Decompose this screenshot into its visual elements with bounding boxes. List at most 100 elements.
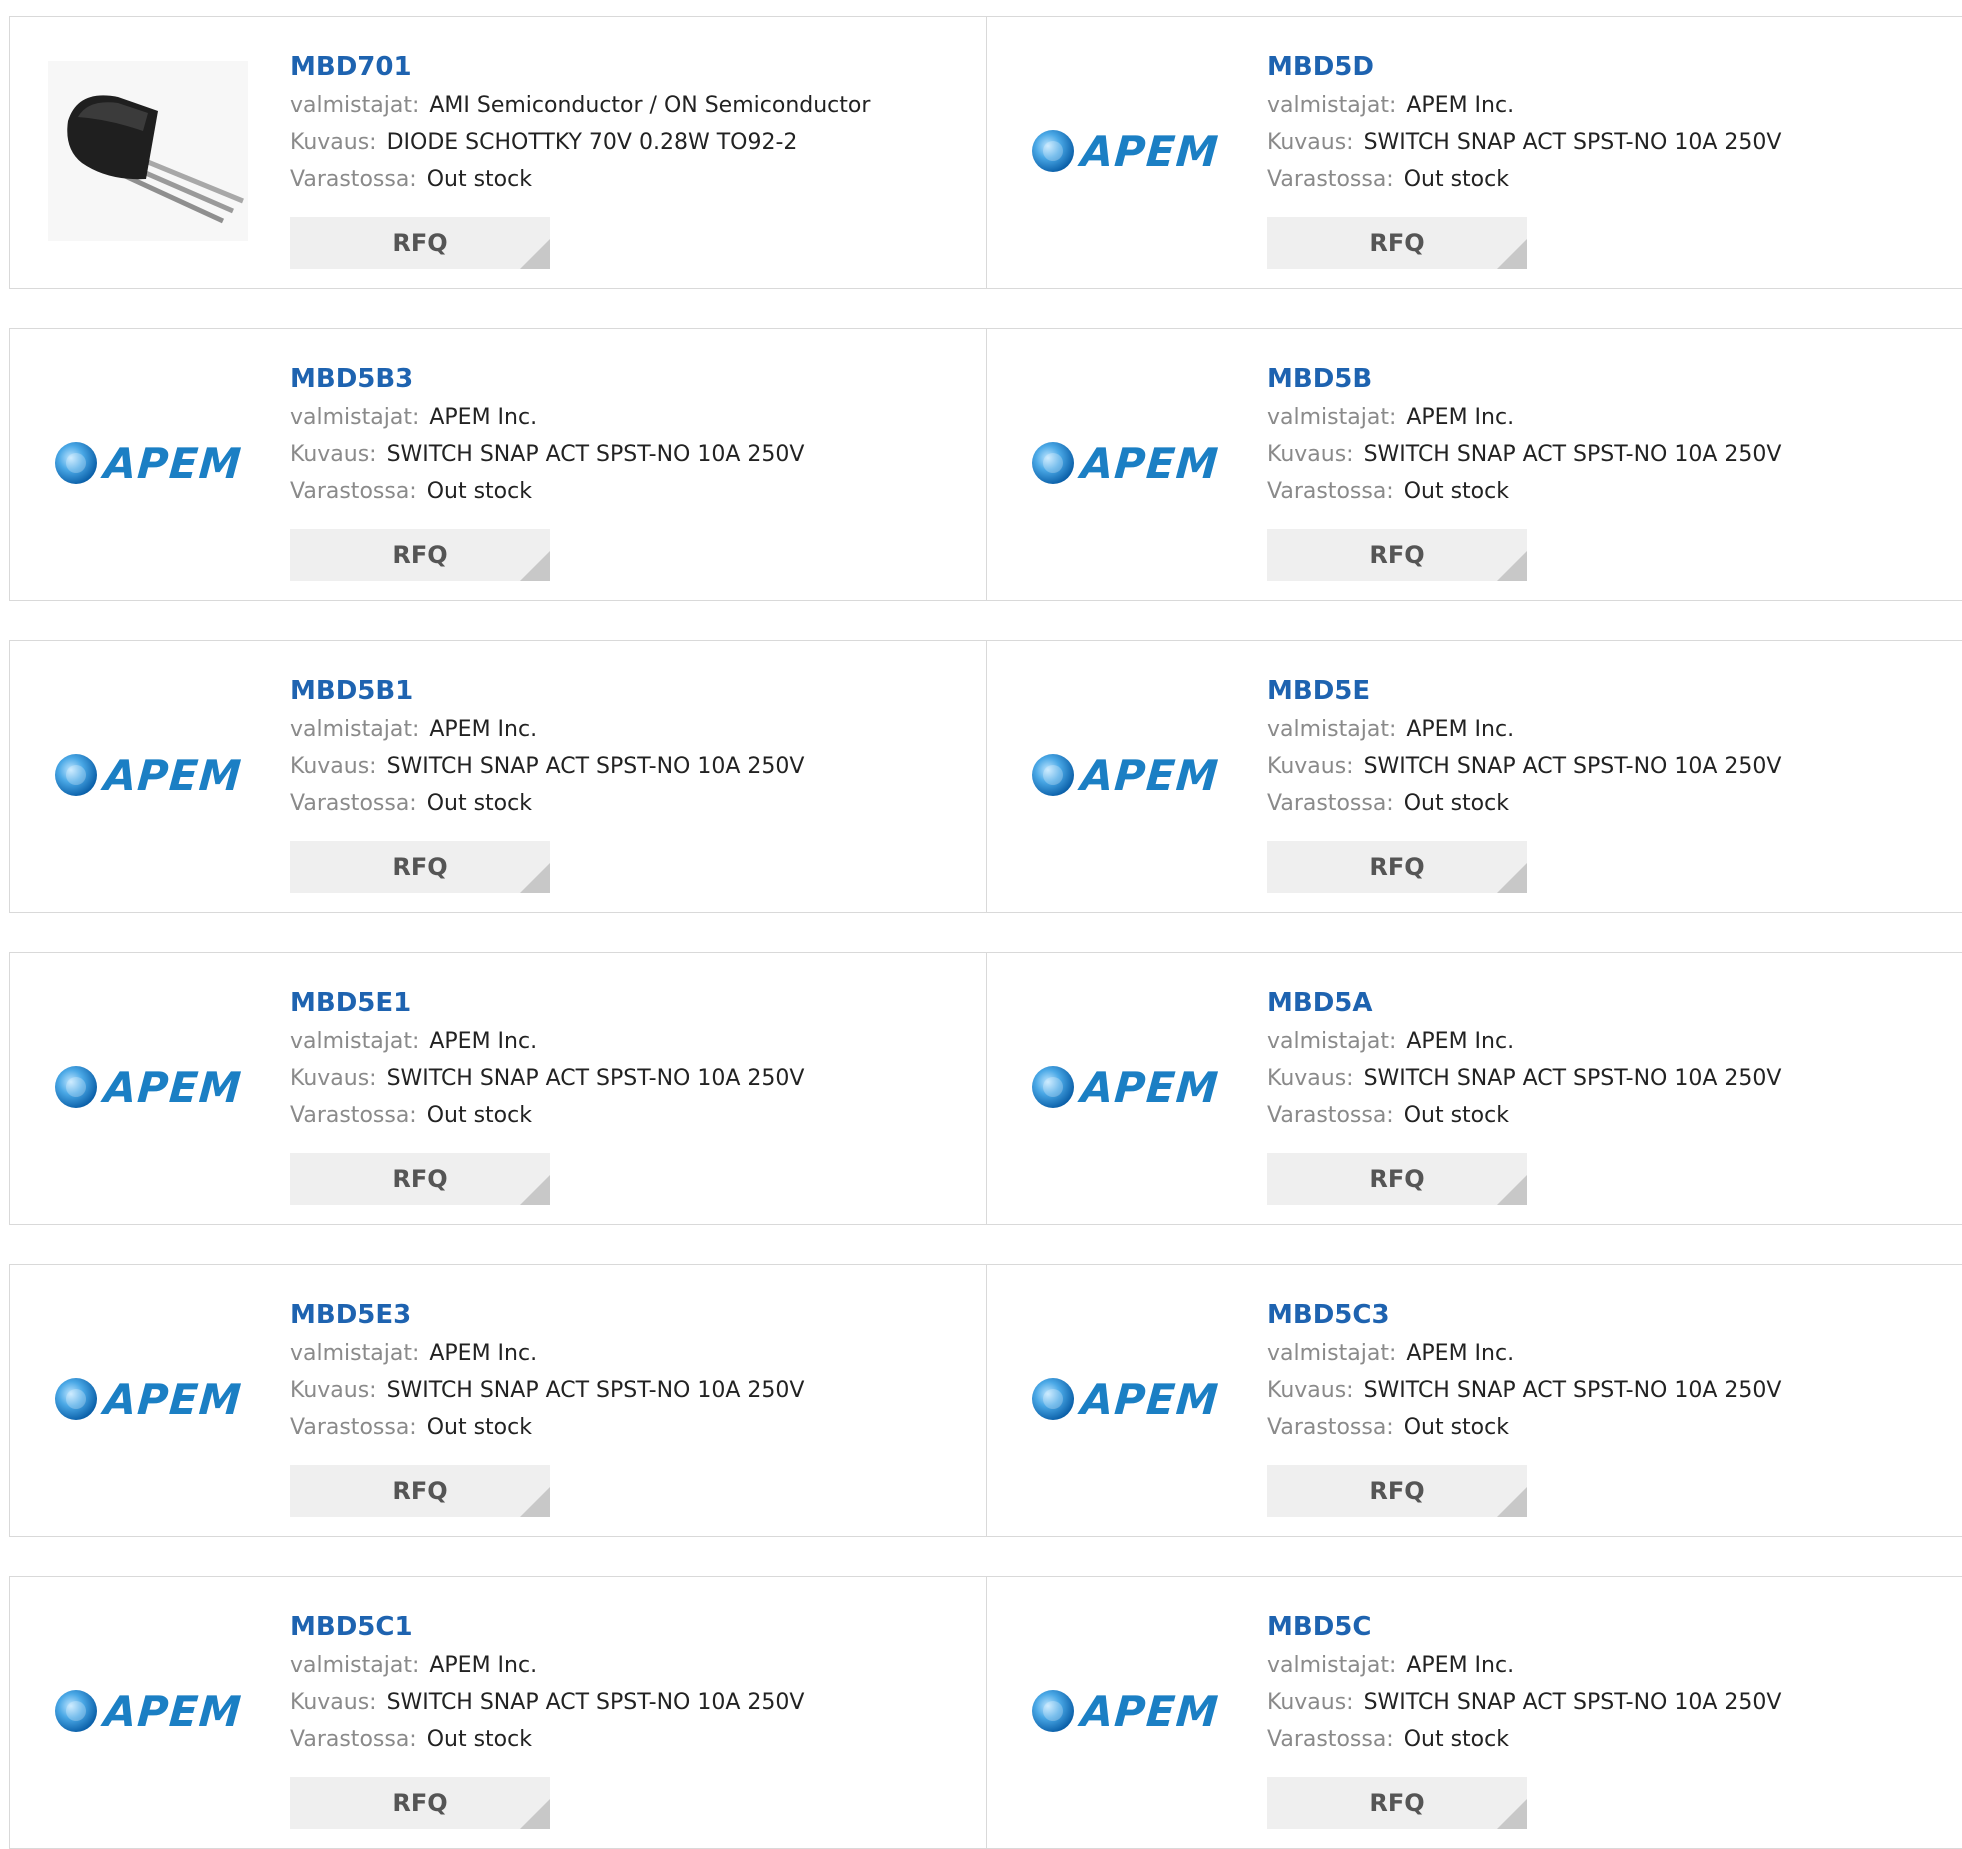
rfq-corner-decoration [520, 239, 550, 269]
rfq-button[interactable]: RFQ [290, 1153, 550, 1205]
apem-globe-icon [55, 1378, 98, 1420]
product-name-link[interactable]: MBD5C3 [1267, 1295, 1781, 1335]
apem-logo[interactable]: APEM [1025, 997, 1225, 1177]
rfq-button-label: RFQ [1369, 1165, 1425, 1193]
stock-value: Out stock [426, 479, 532, 504]
product-card: APEM MBD5B3 valmistajat: APEM Inc. Kuvaus… [10, 329, 987, 600]
product-name-link[interactable]: MBD5E [1267, 671, 1781, 711]
product-name-link[interactable]: MBD5D [1267, 47, 1781, 87]
description-value: SWITCH SNAP ACT SPST-NO 10A 250V [1363, 1066, 1782, 1091]
product-name-link[interactable]: MBD5E1 [290, 983, 804, 1023]
product-grid: MBD701 valmistajat: AMI Semiconductor / O… [0, 0, 1962, 1849]
product-name-link[interactable]: MBD5A [1267, 983, 1781, 1023]
apem-logo[interactable]: APEM [48, 685, 248, 865]
stock-value: Out stock [426, 1415, 532, 1440]
rfq-button[interactable]: RFQ [1267, 1153, 1527, 1205]
rfq-button[interactable]: RFQ [1267, 1465, 1527, 1517]
manufacturer-label: valmistajat: [290, 717, 420, 742]
rfq-button[interactable]: RFQ [1267, 1777, 1527, 1829]
stock-row: Varastossa: Out stock [1267, 785, 1781, 822]
manufacturer-row: valmistajat: APEM Inc. [1267, 1023, 1781, 1060]
apem-globe-icon [1032, 1066, 1075, 1108]
description-value: SWITCH SNAP ACT SPST-NO 10A 250V [1363, 130, 1782, 155]
stock-row: Varastossa: Out stock [1267, 473, 1781, 510]
to92-transistor-image[interactable] [48, 61, 248, 241]
apem-logo-mark: APEM [1031, 750, 1221, 800]
rfq-button[interactable]: RFQ [290, 841, 550, 893]
apem-logo-mark: APEM [54, 438, 244, 488]
apem-logo-mark: APEM [1031, 438, 1221, 488]
manufacturer-row: valmistajat: APEM Inc. [1267, 711, 1781, 748]
apem-logo[interactable]: APEM [1025, 685, 1225, 865]
description-row: Kuvaus: SWITCH SNAP ACT SPST-NO 10A 250V [290, 748, 804, 785]
rfq-button-label: RFQ [392, 1165, 448, 1193]
apem-logo-text: APEM [102, 438, 244, 488]
rfq-button[interactable]: RFQ [1267, 217, 1527, 269]
product-name-link[interactable]: MBD5C1 [290, 1607, 804, 1647]
apem-globe-icon [55, 1066, 98, 1108]
apem-logo-text: APEM [1079, 438, 1221, 488]
manufacturer-label: valmistajat: [290, 405, 420, 430]
stock-value: Out stock [426, 791, 532, 816]
product-card: APEM MBD5A valmistajat: APEM Inc. Kuvaus:… [987, 953, 1962, 1224]
product-card: APEM MBD5E valmistajat: APEM Inc. Kuvaus:… [987, 641, 1962, 912]
rfq-button[interactable]: RFQ [1267, 841, 1527, 893]
description-row: Kuvaus: SWITCH SNAP ACT SPST-NO 10A 250V [290, 436, 804, 473]
rfq-corner-decoration [520, 551, 550, 581]
stock-value: Out stock [1403, 479, 1509, 504]
manufacturer-row: valmistajat: AMI Semiconductor / ON Semic… [290, 87, 870, 124]
rfq-corner-decoration [1497, 1487, 1527, 1517]
description-label: Kuvaus: [1267, 1378, 1354, 1403]
stock-value: Out stock [426, 1103, 532, 1128]
apem-logo[interactable]: APEM [48, 1309, 248, 1489]
apem-logo-text: APEM [102, 1686, 244, 1736]
apem-logo-text: APEM [1079, 750, 1221, 800]
manufacturer-label: valmistajat: [1267, 1653, 1397, 1678]
apem-logo[interactable]: APEM [48, 373, 248, 553]
apem-logo[interactable]: APEM [1025, 373, 1225, 553]
description-value: DIODE SCHOTTKY 70V 0.28W TO92-2 [386, 130, 798, 155]
apem-logo[interactable]: APEM [48, 997, 248, 1177]
apem-logo-mark: APEM [1031, 127, 1221, 176]
rfq-button-label: RFQ [1369, 1789, 1425, 1817]
rfq-button[interactable]: RFQ [290, 1465, 550, 1517]
manufacturer-row: valmistajat: APEM Inc. [290, 399, 804, 436]
apem-logo[interactable]: APEM [1025, 1309, 1225, 1489]
rfq-button[interactable]: RFQ [1267, 529, 1527, 581]
apem-logo[interactable]: APEM [1025, 61, 1225, 241]
stock-value: Out stock [1403, 1415, 1509, 1440]
rfq-button-label: RFQ [392, 229, 448, 257]
product-name-link[interactable]: MBD5E3 [290, 1295, 804, 1335]
rfq-button-label: RFQ [392, 853, 448, 881]
stock-label: Varastossa: [1267, 479, 1394, 504]
rfq-button[interactable]: RFQ [290, 217, 550, 269]
description-row: Kuvaus: SWITCH SNAP ACT SPST-NO 10A 250V [1267, 748, 1781, 785]
product-info: MBD5B valmistajat: APEM Inc. Kuvaus: SWITC… [1267, 359, 1781, 510]
description-value: SWITCH SNAP ACT SPST-NO 10A 250V [386, 754, 805, 779]
manufacturer-value: APEM Inc. [429, 1029, 538, 1054]
product-name-link[interactable]: MBD701 [290, 47, 870, 87]
stock-value: Out stock [426, 1727, 532, 1752]
rfq-button[interactable]: RFQ [290, 529, 550, 581]
stock-value: Out stock [426, 167, 532, 192]
description-row: Kuvaus: SWITCH SNAP ACT SPST-NO 10A 250V [1267, 124, 1781, 161]
manufacturer-row: valmistajat: APEM Inc. [1267, 1335, 1781, 1372]
rfq-button[interactable]: RFQ [290, 1777, 550, 1829]
description-row: Kuvaus: SWITCH SNAP ACT SPST-NO 10A 250V [290, 1372, 804, 1409]
rfq-button-label: RFQ [1369, 1477, 1425, 1505]
product-row: APEM MBD5B3 valmistajat: APEM Inc. Kuvaus… [9, 328, 1962, 601]
product-name-link[interactable]: MBD5B [1267, 359, 1781, 399]
stock-row: Varastossa: Out stock [290, 1721, 804, 1758]
product-name-link[interactable]: MBD5C [1267, 1607, 1781, 1647]
description-label: Kuvaus: [290, 442, 377, 467]
manufacturer-value: APEM Inc. [1406, 1341, 1515, 1366]
apem-logo-text: APEM [102, 750, 244, 800]
description-row: Kuvaus: SWITCH SNAP ACT SPST-NO 10A 250V [1267, 436, 1781, 473]
apem-logo-text: APEM [102, 1374, 244, 1424]
product-name-link[interactable]: MBD5B3 [290, 359, 804, 399]
rfq-corner-decoration [1497, 239, 1527, 269]
description-value: SWITCH SNAP ACT SPST-NO 10A 250V [1363, 1378, 1782, 1403]
apem-logo[interactable]: APEM [1025, 1621, 1225, 1801]
apem-logo[interactable]: APEM [48, 1621, 248, 1801]
product-name-link[interactable]: MBD5B1 [290, 671, 804, 711]
